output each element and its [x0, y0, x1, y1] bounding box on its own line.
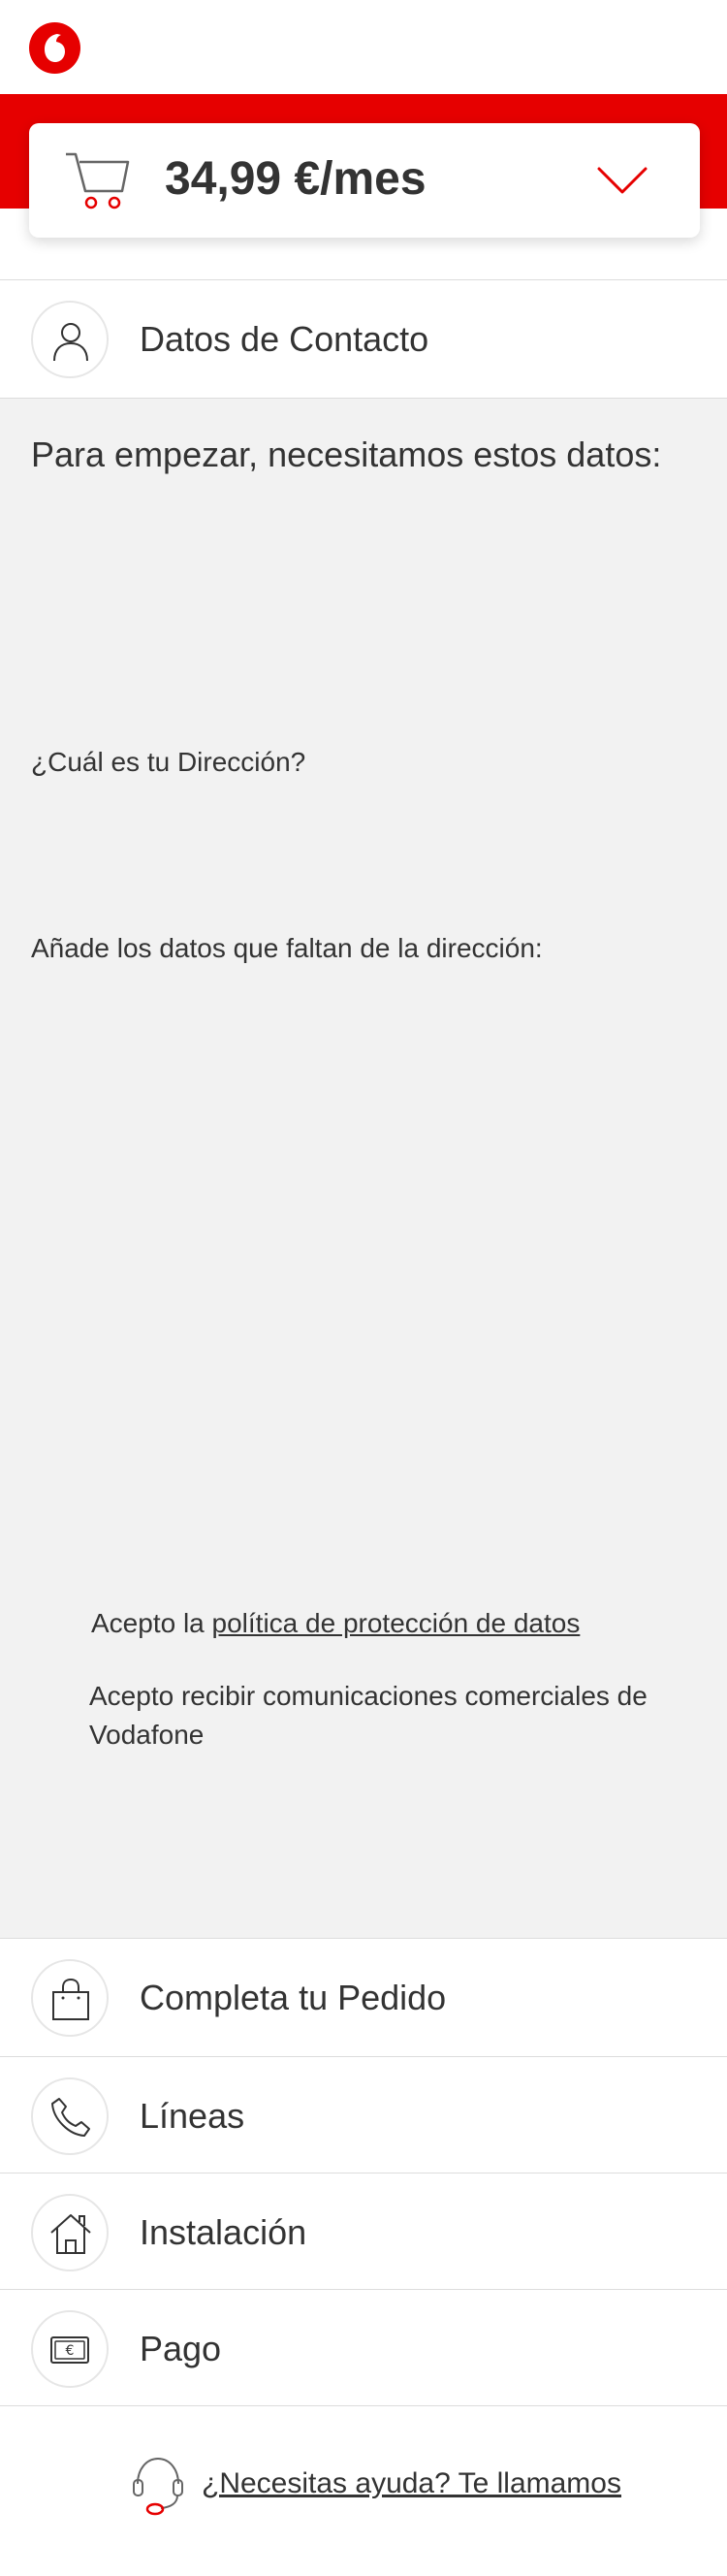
top-header [0, 0, 727, 94]
step-installation[interactable]: Instalación [0, 2173, 727, 2289]
step-lines[interactable]: Líneas [0, 2056, 727, 2173]
monthly-price: 34,99 €/mes [165, 153, 427, 205]
step-installation-icon-circle [31, 2194, 109, 2271]
privacy-consent-prefix: Acepto la [91, 1608, 205, 1638]
phone-icon [51, 2098, 90, 2137]
step-order-icon-circle [31, 1959, 109, 2037]
help-callback: ¿Necesitas ayuda? Te llamamos [0, 2405, 727, 2576]
help-callback-link[interactable]: ¿Necesitas ayuda? Te llamamos [202, 2466, 621, 2501]
missing-address-label: Añade los datos que faltan de la direcci… [31, 933, 543, 963]
step-contact-icon-circle [31, 301, 109, 378]
marketing-consent[interactable]: Acepto recibir comunicaciones comerciale… [89, 1677, 651, 1755]
cart-icon [66, 152, 130, 209]
user-icon [53, 323, 88, 362]
step-payment-label: Pago [140, 2329, 222, 2368]
privacy-policy-link[interactable]: política de protección de datos [212, 1608, 581, 1638]
vodafone-logo[interactable] [29, 22, 80, 74]
price-summary-card[interactable]: 34,99 €/mes [29, 123, 700, 238]
step-payment-icon-circle: € [31, 2310, 109, 2388]
step-contact[interactable]: Datos de Contacto [0, 279, 727, 396]
step-contact-label: Datos de Contacto [140, 319, 429, 359]
step-payment[interactable]: € Pago [0, 2289, 727, 2405]
step-order[interactable]: Completa tu Pedido [0, 1938, 727, 2054]
euro-card-icon: € [50, 2336, 89, 2364]
privacy-consent: Acepto la política de protección de dato… [91, 1607, 580, 1640]
step-lines-icon-circle [31, 2077, 109, 2155]
step-lines-label: Líneas [140, 2096, 245, 2136]
contact-form: Para empezar, necesitamos estos datos: ¿… [0, 398, 727, 1938]
step-order-label: Completa tu Pedido [140, 1978, 447, 2017]
shopping-bag-icon [52, 1978, 89, 2020]
svg-text:€: € [66, 2343, 75, 2359]
step-installation-label: Instalación [140, 2212, 307, 2252]
address-question: ¿Cuál es tu Dirección? [31, 747, 306, 777]
headset-icon [133, 2457, 183, 2516]
home-icon [50, 2214, 91, 2254]
chevron-down-icon[interactable] [596, 159, 648, 202]
form-intro: Para empezar, necesitamos estos datos: [31, 435, 662, 474]
